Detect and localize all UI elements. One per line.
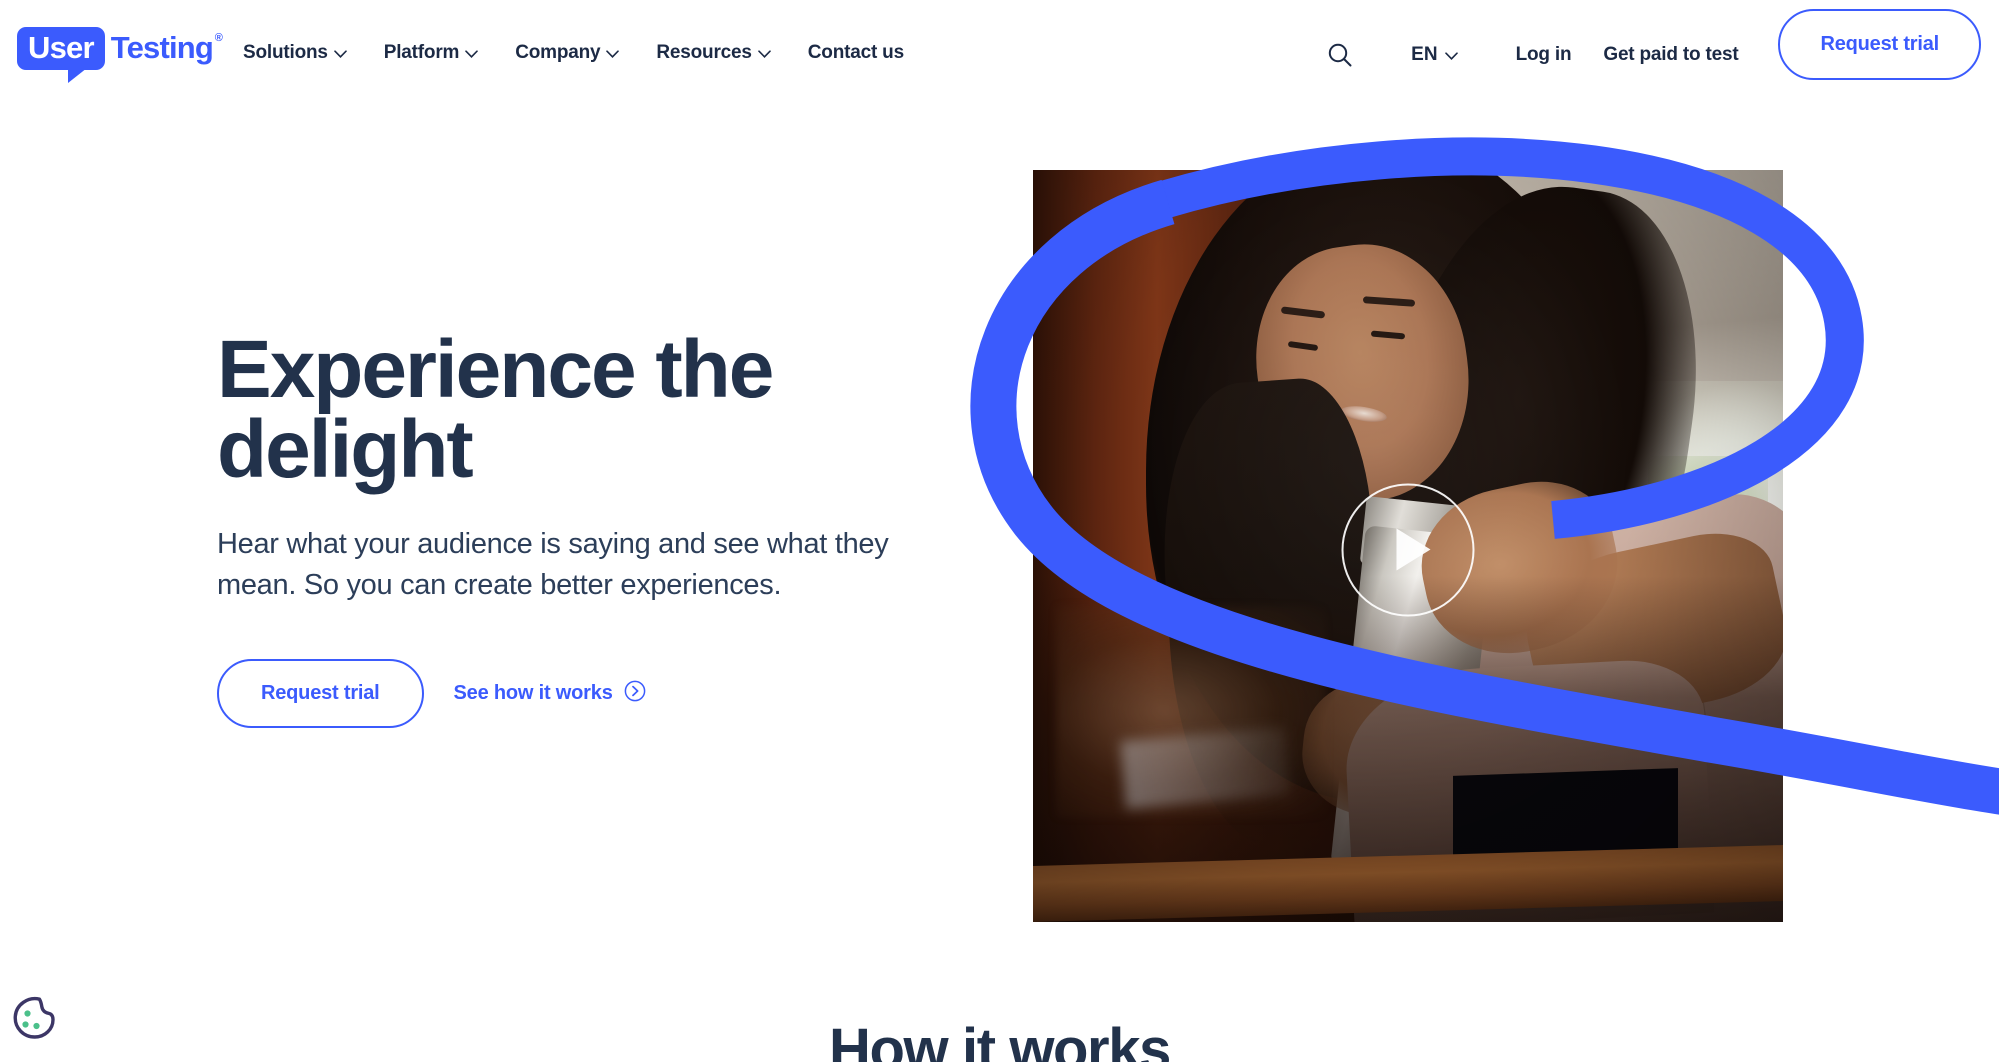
cookie-icon[interactable] bbox=[11, 994, 57, 1040]
page-title: Experience the delight bbox=[217, 324, 774, 496]
play-icon[interactable] bbox=[1341, 483, 1475, 617]
get-paid-to-test-link[interactable]: Get paid to test bbox=[1603, 44, 1738, 66]
how-it-works-title: How it works bbox=[829, 1017, 1171, 1062]
hero-actions: Request trial See how it works bbox=[217, 659, 997, 729]
nav-label-platform: Platform bbox=[383, 42, 460, 63]
nav-item-company[interactable]: Company bbox=[515, 42, 620, 64]
primary-navigation: Solutions Platform Company Resources Con… bbox=[243, 42, 904, 64]
logo-mark-text: User bbox=[28, 30, 95, 65]
chevron-down-icon bbox=[1444, 52, 1458, 60]
site-header: User Testing ® Solutions Platform Company bbox=[0, 0, 1999, 108]
logo-wordmark: Testing ® bbox=[110, 30, 223, 65]
header-utilities: EN Log in Get paid to test Request trial bbox=[1323, 0, 1981, 108]
how-it-works-section: How it works bbox=[0, 980, 1999, 1062]
nav-item-contact-us[interactable]: Contact us bbox=[808, 42, 904, 64]
nav-label-company: Company bbox=[515, 42, 601, 63]
nav-label-resources: Resources bbox=[656, 42, 752, 63]
hero-copy: Experience the delight Hear what your au… bbox=[217, 324, 997, 729]
logo-bubble-mark: User bbox=[17, 27, 105, 83]
see-how-it-works-link[interactable]: See how it works bbox=[454, 680, 646, 708]
nav-label-solutions: Solutions bbox=[243, 42, 328, 63]
logo-usertesting[interactable]: User Testing ® bbox=[17, 27, 223, 83]
nav-item-solutions[interactable]: Solutions bbox=[243, 42, 347, 64]
nav-item-resources[interactable]: Resources bbox=[656, 42, 771, 64]
nav-item-platform[interactable]: Platform bbox=[383, 42, 479, 64]
circled-chevron-right-icon bbox=[624, 680, 646, 708]
chevron-down-icon bbox=[333, 50, 347, 58]
chevron-down-icon bbox=[757, 50, 771, 58]
header-request-trial-button[interactable]: Request trial bbox=[1778, 8, 1981, 80]
hero-section: Experience the delight Hear what your au… bbox=[0, 108, 1999, 980]
login-link[interactable]: Log in bbox=[1516, 44, 1572, 66]
hero-subtitle: Hear what your audience is saying and se… bbox=[217, 527, 889, 601]
see-how-it-works-label: See how it works bbox=[453, 682, 613, 705]
chevron-down-icon bbox=[606, 50, 620, 58]
registered-trademark-icon: ® bbox=[214, 32, 223, 44]
logo-word-text: Testing bbox=[110, 30, 214, 65]
page-root: User Testing ® Solutions Platform Company bbox=[0, 0, 1999, 1062]
hero-video-thumbnail[interactable] bbox=[970, 137, 1999, 922]
chevron-down-icon bbox=[465, 50, 479, 58]
nav-label-contact-us: Contact us bbox=[807, 42, 904, 63]
search-icon[interactable] bbox=[1323, 38, 1357, 72]
language-selector[interactable]: EN bbox=[1411, 44, 1458, 66]
language-selector-value: EN bbox=[1411, 44, 1438, 65]
hero-request-trial-button[interactable]: Request trial bbox=[217, 659, 424, 729]
